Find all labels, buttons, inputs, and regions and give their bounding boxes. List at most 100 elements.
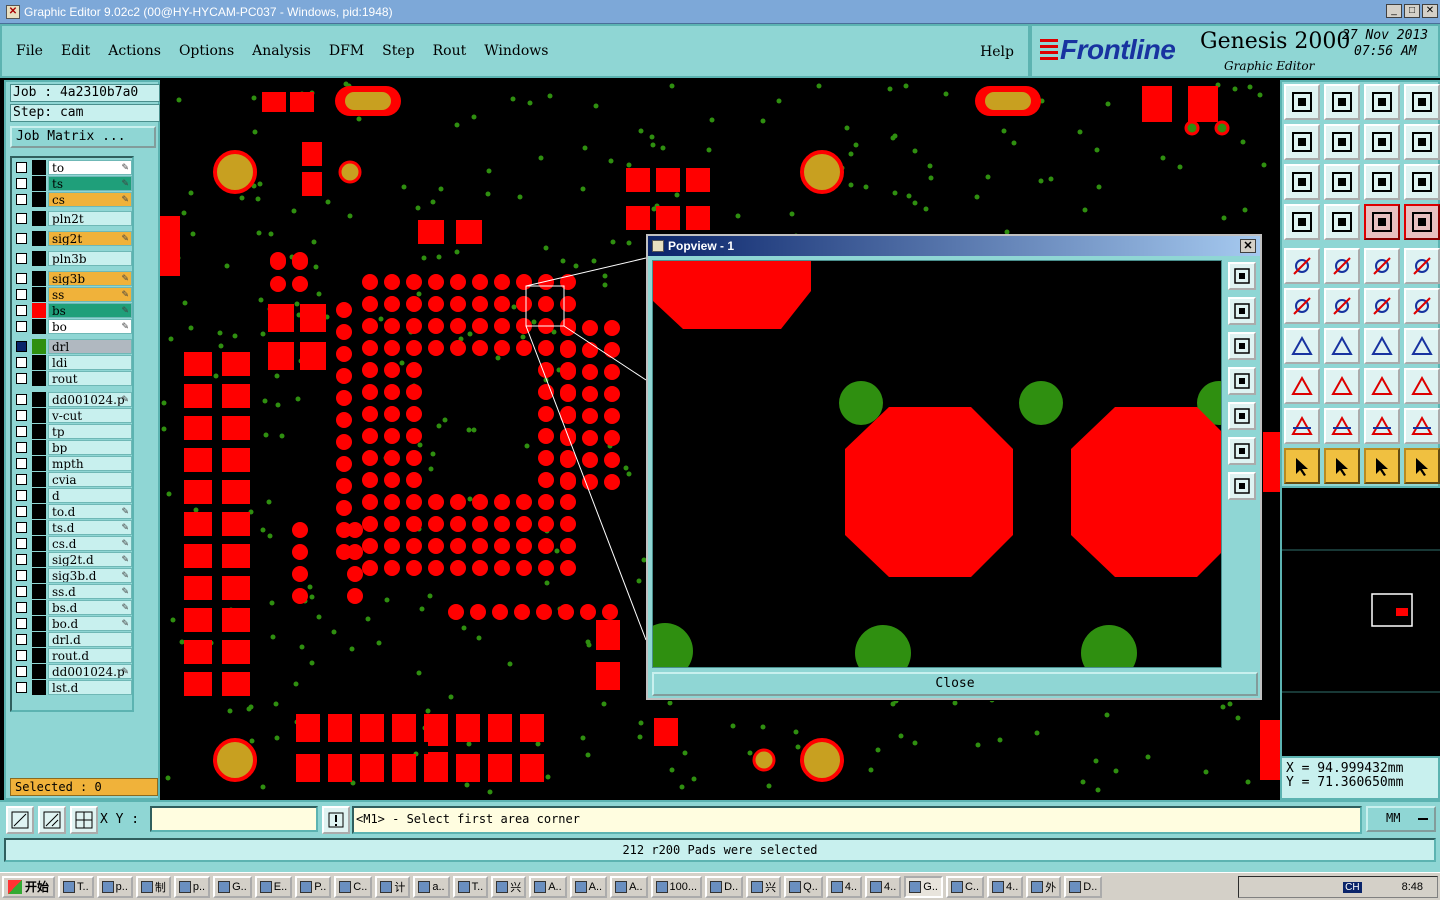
layer-checkbox[interactable] [16, 442, 27, 453]
layer-checkbox[interactable] [16, 410, 27, 421]
layer-name[interactable]: ss.d ✎ [48, 584, 132, 599]
layer-checkbox[interactable] [16, 586, 27, 597]
layer-checkbox[interactable] [16, 233, 27, 244]
pop-zoom-in-icon[interactable] [1228, 262, 1256, 290]
layer-name[interactable]: bs ✎ [48, 303, 132, 318]
connect-icon[interactable] [1284, 288, 1320, 324]
layer-color-swatch[interactable] [32, 392, 46, 407]
layer-name[interactable]: drl.d [48, 632, 132, 647]
taskbar-task[interactable]: 制 [135, 875, 171, 898]
layer-checkbox[interactable] [16, 554, 27, 565]
layer-row[interactable]: to ✎ [12, 160, 134, 175]
job-matrix-button[interactable]: Job Matrix ... [10, 126, 156, 148]
popview-canvas[interactable] [637, 260, 1241, 681]
layer-name[interactable]: rout.d [48, 648, 132, 663]
layer-checkbox[interactable] [16, 357, 27, 368]
layer-color-swatch[interactable] [32, 584, 46, 599]
layer-name[interactable]: pln2t [48, 211, 132, 226]
layer-color-swatch[interactable] [32, 520, 46, 535]
popview-close-button[interactable]: Close [652, 672, 1258, 696]
layer-checkbox[interactable] [16, 618, 27, 629]
layer-row[interactable]: pln3b [12, 251, 134, 266]
taskbar-task[interactable]: D.. [1064, 875, 1103, 898]
layer-name[interactable]: bo.d ✎ [48, 616, 132, 631]
layer-name[interactable]: v-cut [48, 408, 132, 423]
layer-name[interactable]: bp [48, 440, 132, 455]
layer-color-swatch[interactable] [32, 568, 46, 583]
pop-zoom-down-icon[interactable] [1228, 332, 1256, 360]
layer-row[interactable]: drl [12, 339, 134, 354]
layer-color-swatch[interactable] [32, 231, 46, 246]
move-icon[interactable] [1364, 288, 1400, 324]
taskbar-task[interactable]: C.. [945, 875, 985, 898]
layer-name[interactable]: to ✎ [48, 160, 132, 175]
slash-tool-icon[interactable] [1324, 328, 1360, 364]
layer-color-swatch[interactable] [32, 456, 46, 471]
taskbar-task[interactable]: 100... [650, 875, 703, 898]
layer-row[interactable]: mpth [12, 456, 134, 471]
layer-name[interactable]: pln3b [48, 251, 132, 266]
layer-color-swatch[interactable] [32, 339, 46, 354]
layer-name[interactable]: sig2t ✎ [48, 231, 132, 246]
layer-checkbox[interactable] [16, 213, 27, 224]
layer-checkbox[interactable] [16, 506, 27, 517]
layer-name[interactable]: bo ✎ [48, 319, 132, 334]
layer-name[interactable]: mpth [48, 456, 132, 471]
layer-color-swatch[interactable] [32, 632, 46, 647]
layer-name[interactable]: sig3b ✎ [48, 271, 132, 286]
menu-analysis[interactable]: Analysis [252, 43, 311, 59]
layer-row[interactable]: to.d ✎ [12, 504, 134, 519]
layer-color-swatch[interactable] [32, 440, 46, 455]
layer-color-swatch[interactable] [32, 271, 46, 286]
taskbar-task[interactable]: 4.. [865, 875, 902, 898]
layer-row[interactable]: ts ✎ [12, 176, 134, 191]
lang-indicator[interactable]: CH [1343, 881, 1362, 893]
close-window-button[interactable]: ✕ [1422, 4, 1438, 18]
layer-name[interactable]: to.d ✎ [48, 504, 132, 519]
layer-color-swatch[interactable] [32, 472, 46, 487]
circle-tool-icon[interactable] [1404, 248, 1440, 284]
layer-row[interactable]: bo.d ✎ [12, 616, 134, 631]
zoom-area-icon[interactable] [1364, 84, 1400, 120]
snap-icon[interactable] [6, 806, 34, 834]
layer-checkbox[interactable] [16, 373, 27, 384]
taskbar-task[interactable]: C.. [334, 875, 373, 898]
layer-row[interactable]: dd001024.p ✎ [12, 392, 134, 407]
layer-checkbox[interactable] [16, 490, 27, 501]
taskbar-task[interactable]: 兴 [746, 875, 782, 898]
layer-color-swatch[interactable] [32, 355, 46, 370]
redraw-icon[interactable] [1404, 124, 1440, 160]
layer-checkbox[interactable] [16, 666, 27, 677]
layer-color-swatch[interactable] [32, 680, 46, 695]
taskbar-task[interactable]: Q.. [784, 875, 823, 898]
layer-row[interactable]: cs.d ✎ [12, 536, 134, 551]
help-query-icon[interactable] [1404, 164, 1440, 200]
menu-edit[interactable]: Edit [61, 43, 90, 59]
menu-file[interactable]: File [16, 43, 43, 59]
layer-row[interactable]: ss.d ✎ [12, 584, 134, 599]
pad-select-icon[interactable] [1284, 248, 1320, 284]
layer-color-swatch[interactable] [32, 319, 46, 334]
taskbar-task[interactable]: A.. [569, 875, 608, 898]
layer-name[interactable]: sig2t.d ✎ [48, 552, 132, 567]
layer-name[interactable]: cvia [48, 472, 132, 487]
info-icon[interactable] [322, 806, 350, 834]
pop-center-icon[interactable] [1228, 472, 1256, 500]
scale-1-2-icon[interactable] [1364, 164, 1400, 200]
layer-color-swatch[interactable] [32, 664, 46, 679]
layer-color-swatch[interactable] [32, 536, 46, 551]
layer-color-swatch[interactable] [32, 616, 46, 631]
layer-row[interactable]: sig2t.d ✎ [12, 552, 134, 567]
layer-checkbox[interactable] [16, 253, 27, 264]
taskbar-task[interactable]: D.. [705, 875, 744, 898]
layer-color-swatch[interactable] [32, 251, 46, 266]
layer-row[interactable]: cvia [12, 472, 134, 487]
layer-checkbox[interactable] [16, 273, 27, 284]
layer-name[interactable]: lst.d [48, 680, 132, 695]
layer-row[interactable]: ss ✎ [12, 287, 134, 302]
menu-dfm[interactable]: DFM [329, 43, 364, 59]
layer-name[interactable]: bs.d ✎ [48, 600, 132, 615]
maximize-button[interactable]: □ [1404, 4, 1420, 18]
layer-checkbox[interactable] [16, 634, 27, 645]
layer-row[interactable]: d [12, 488, 134, 503]
